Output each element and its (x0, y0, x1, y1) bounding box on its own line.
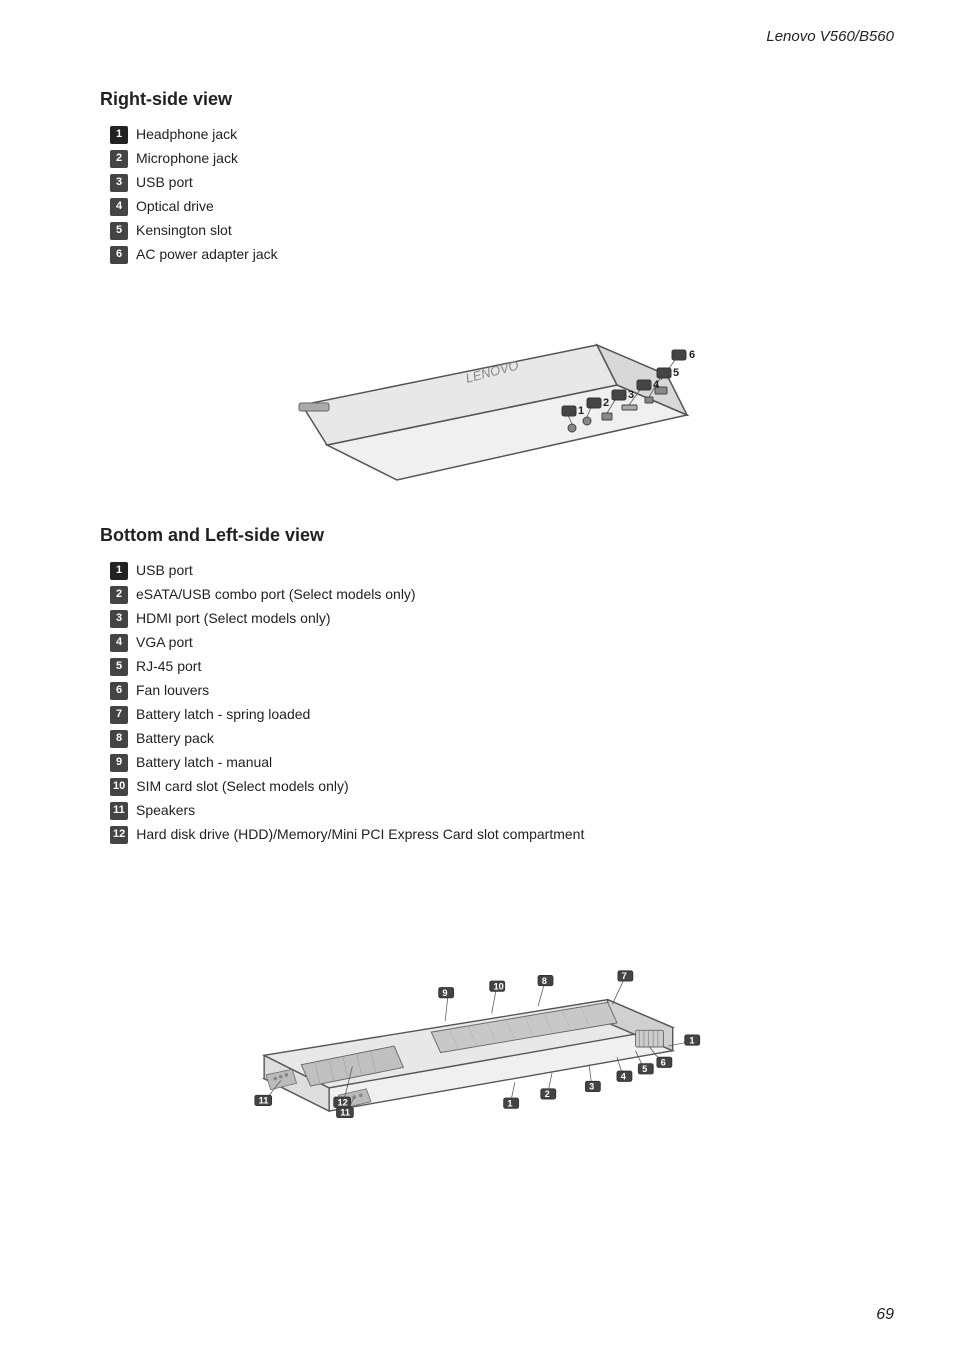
item-label-4: Optical drive (136, 196, 214, 217)
list-item: 1 USB port (110, 560, 874, 581)
list-item: 1 Headphone jack (110, 124, 874, 145)
bl-label-1: USB port (136, 560, 193, 581)
item-badge-1: 1 (110, 126, 128, 144)
list-item: 8 Battery pack (110, 728, 874, 749)
item-label-3: USB port (136, 172, 193, 193)
bl-badge-3: 3 (110, 610, 128, 628)
svg-text:5: 5 (642, 1064, 647, 1074)
right-side-svg: LENOVO 6 5 4 (247, 285, 727, 495)
item-badge-2: 2 (110, 150, 128, 168)
svg-text:7: 7 (622, 971, 627, 981)
page-content: Right-side view 1 Headphone jack 2 Micro… (0, 45, 954, 1195)
list-item: 6 Fan louvers (110, 680, 874, 701)
svg-text:1: 1 (578, 405, 584, 417)
bl-label-5: RJ-45 port (136, 656, 201, 677)
svg-text:11: 11 (340, 1108, 350, 1118)
bl-badge-12: 12 (110, 826, 128, 844)
right-side-section: Right-side view 1 Headphone jack 2 Micro… (100, 89, 874, 495)
list-item: 10 SIM card slot (Select models only) (110, 776, 874, 797)
list-item: 4 Optical drive (110, 196, 874, 217)
page-header: Lenovo V560/B560 (0, 0, 954, 45)
bl-label-12: Hard disk drive (HDD)/Memory/Mini PCI Ex… (136, 824, 584, 845)
page-number: 69 (876, 1306, 894, 1324)
list-item: 9 Battery latch - manual (110, 752, 874, 773)
bottom-left-list: 1 USB port 2 eSATA/USB combo port (Selec… (110, 560, 874, 845)
item-badge-4: 4 (110, 198, 128, 216)
bl-label-6: Fan louvers (136, 680, 209, 701)
bl-label-3: HDMI port (Select models only) (136, 608, 331, 629)
item-label-6: AC power adapter jack (136, 244, 278, 265)
bl-badge-10: 10 (110, 778, 128, 796)
bl-label-7: Battery latch - spring loaded (136, 704, 310, 725)
list-item: 2 eSATA/USB combo port (Select models on… (110, 584, 874, 605)
bottom-left-section: Bottom and Left-side view 1 USB port 2 e… (100, 525, 874, 1125)
bottom-left-title: Bottom and Left-side view (100, 525, 874, 546)
bl-badge-4: 4 (110, 634, 128, 652)
bl-badge-9: 9 (110, 754, 128, 772)
svg-text:9: 9 (442, 988, 447, 998)
item-label-5: Kensington slot (136, 220, 232, 241)
list-item: 4 VGA port (110, 632, 874, 653)
list-item: 3 HDMI port (Select models only) (110, 608, 874, 629)
svg-text:12: 12 (338, 1098, 348, 1108)
list-item: 11 Speakers (110, 800, 874, 821)
bl-badge-11: 11 (110, 802, 128, 820)
svg-text:6: 6 (661, 1058, 666, 1068)
right-side-list: 1 Headphone jack 2 Microphone jack 3 USB… (110, 124, 874, 265)
bl-label-4: VGA port (136, 632, 193, 653)
svg-text:6: 6 (689, 349, 695, 361)
item-badge-5: 5 (110, 222, 128, 240)
item-label-2: Microphone jack (136, 148, 238, 169)
bl-label-8: Battery pack (136, 728, 214, 749)
item-badge-6: 6 (110, 246, 128, 264)
svg-text:3: 3 (589, 1082, 594, 1092)
svg-text:2: 2 (603, 397, 609, 409)
right-side-diagram: LENOVO 6 5 4 (100, 285, 874, 495)
list-item: 5 RJ-45 port (110, 656, 874, 677)
svg-text:5: 5 (673, 367, 679, 379)
item-label-1: Headphone jack (136, 124, 237, 145)
svg-text:8: 8 (542, 976, 547, 986)
svg-text:1: 1 (507, 1098, 512, 1108)
list-item: 3 USB port (110, 172, 874, 193)
bl-label-11: Speakers (136, 800, 195, 821)
right-side-title: Right-side view (100, 89, 874, 110)
svg-text:11: 11 (259, 1096, 269, 1106)
bl-badge-6: 6 (110, 682, 128, 700)
bottom-left-diagram: 9 10 8 7 1 6 (100, 865, 874, 1125)
bl-badge-5: 5 (110, 658, 128, 676)
bl-label-9: Battery latch - manual (136, 752, 272, 773)
bl-badge-1: 1 (110, 562, 128, 580)
bl-badge-2: 2 (110, 586, 128, 604)
svg-text:10: 10 (494, 981, 504, 991)
bottom-left-svg: 9 10 8 7 1 6 (197, 865, 777, 1125)
list-item: 6 AC power adapter jack (110, 244, 874, 265)
svg-text:1: 1 (689, 1035, 694, 1045)
bl-label-10: SIM card slot (Select models only) (136, 776, 348, 797)
bl-badge-8: 8 (110, 730, 128, 748)
bl-label-2: eSATA/USB combo port (Select models only… (136, 584, 416, 605)
list-item: 2 Microphone jack (110, 148, 874, 169)
item-badge-3: 3 (110, 174, 128, 192)
svg-text:3: 3 (628, 389, 634, 401)
bl-badge-7: 7 (110, 706, 128, 724)
svg-text:2: 2 (545, 1089, 550, 1099)
header-title: Lenovo V560/B560 (766, 28, 894, 45)
svg-text:4: 4 (621, 1072, 627, 1082)
list-item: 12 Hard disk drive (HDD)/Memory/Mini PCI… (110, 824, 874, 845)
list-item: 5 Kensington slot (110, 220, 874, 241)
list-item: 7 Battery latch - spring loaded (110, 704, 874, 725)
svg-text:4: 4 (653, 379, 660, 391)
